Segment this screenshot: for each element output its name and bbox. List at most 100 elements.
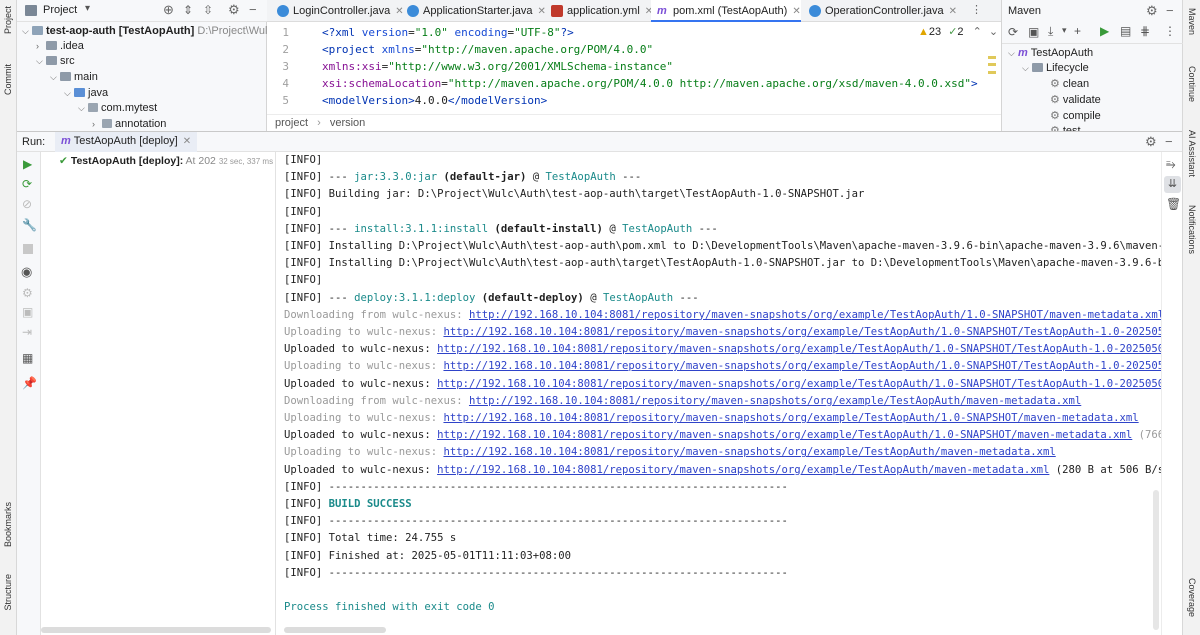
more-icon[interactable]: ⋮ [1164, 24, 1176, 38]
structure-tool-button[interactable]: Structure [3, 574, 13, 611]
layout-icon[interactable]: ▦ [22, 351, 33, 365]
stop-icon[interactable] [23, 244, 33, 254]
tree-item-package[interactable]: ⌵ com.mytest [78, 100, 157, 116]
maven-tree-clean[interactable]: ⚙ clean [1050, 76, 1089, 92]
console-link[interactable]: http://192.168.10.104:8081/repository/ma… [443, 360, 1161, 372]
console-link[interactable]: http://192.168.10.104:8081/repository/ma… [443, 412, 1138, 424]
console-text: TestAopAuth [622, 222, 693, 235]
folder-reload-icon[interactable]: ▣ [1028, 25, 1039, 39]
code-line[interactable]: <?xml version="1.0" encoding="UTF-8"?> [322, 26, 574, 39]
code-line[interactable]: xsi:schemaLocation="http://maven.apache.… [322, 77, 978, 90]
maven-tree-validate[interactable]: ⚙ validate [1050, 92, 1101, 108]
console-link[interactable]: http://192.168.10.104:8081/repository/ma… [443, 326, 1161, 338]
maven-tool-button[interactable]: Maven [1187, 8, 1197, 35]
reload-icon[interactable]: ⟳ [1008, 25, 1018, 39]
collapse-all-icon[interactable]: ⇳ [203, 3, 213, 17]
warning-marker[interactable] [988, 56, 996, 59]
rerun-icon[interactable]: ▶ [23, 157, 32, 171]
tree-item-src[interactable]: ⌵ src [36, 53, 75, 69]
gear-icon[interactable]: ⚙ [1146, 3, 1158, 19]
wrench-icon[interactable]: 🔧 [22, 218, 37, 232]
console-link[interactable]: http://192.168.10.104:8081/repository/ma… [443, 446, 1055, 458]
add-icon[interactable]: + [1074, 24, 1081, 38]
breadcrumb-item[interactable]: version [330, 117, 365, 129]
continue-tool-button[interactable]: Continue [1187, 66, 1197, 102]
tree-item-java[interactable]: ⌵ java [64, 85, 108, 101]
tree-item-annotation[interactable]: › annotation [92, 116, 166, 132]
maven-tree-lifecycle[interactable]: ⌵ Lifecycle [1022, 60, 1089, 76]
run-icon[interactable]: ▶ [1100, 24, 1109, 38]
commit-tool-button[interactable]: Commit [3, 64, 13, 95]
console-line: Uploaded to wulc-nexus: http://192.168.1… [284, 462, 1161, 479]
eye-icon[interactable]: ◉ [21, 264, 32, 280]
rerun-failed-icon[interactable]: ⟳ [22, 177, 32, 191]
ai-assistant-tool-button[interactable]: AI Assistant [1187, 130, 1197, 177]
maven-tree-test[interactable]: ⚙ test [1050, 123, 1081, 131]
toggle-offline-icon[interactable]: ⋕ [1140, 24, 1150, 38]
horizontal-scrollbar[interactable] [41, 627, 271, 633]
tree-item-main[interactable]: ⌵ main [50, 69, 98, 85]
code-line[interactable]: <project xmlns="http://maven.apache.org/… [322, 43, 653, 56]
chevron-down-icon[interactable]: ▾ [1062, 25, 1067, 36]
console-link[interactable]: http://192.168.10.104:8081/repository/ma… [437, 464, 1049, 476]
trash-icon[interactable]: 🗑 [1166, 197, 1181, 211]
run-tab[interactable]: m TestAopAuth [deploy] ✕ [55, 132, 198, 152]
settings-icon[interactable]: ⚙ [22, 286, 33, 300]
console-link[interactable]: http://192.168.10.104:8081/repository/ma… [437, 429, 1132, 441]
soft-wrap-icon[interactable]: ⥱ [1166, 157, 1176, 172]
tree-item-module[interactable]: ⌵ test-aop-auth [TestAopAuth] D:\Project\… [22, 23, 276, 39]
code-line[interactable]: <modelVersion>4.0.0</modelVersion> [322, 94, 547, 107]
close-icon[interactable]: ✕ [183, 136, 191, 147]
toggle-offline-icon[interactable]: ⊘ [22, 197, 32, 211]
project-panel-title[interactable]: Project [43, 4, 77, 16]
horizontal-scrollbar[interactable] [284, 627, 386, 633]
project-tool-button[interactable]: Project [3, 6, 13, 34]
tab-pom-xml[interactable]: m pom.xml (TestAopAuth) ✕ [651, 0, 801, 22]
download-icon[interactable]: ⤓ [1048, 24, 1053, 39]
console-link[interactable]: http://192.168.10.104:8081/repository/ma… [437, 343, 1161, 355]
console-output[interactable]: [INFO] [INFO] --- jar:3.3.0:jar (default-… [276, 152, 1161, 635]
pin-icon[interactable]: 📌 [22, 376, 37, 390]
chevron-down-icon[interactable]: ⌄ [989, 26, 998, 38]
console-line: [INFO] Installing D:\Project\Wulc\Auth\t… [284, 238, 1161, 255]
inspection-widget[interactable]: ▲23 ✓2 ⌃ ⌄ [918, 25, 998, 38]
warning-marker[interactable] [988, 63, 996, 66]
export-icon[interactable]: ⇥ [22, 325, 32, 339]
coverage-tool-button[interactable]: Coverage [1187, 578, 1197, 617]
maven-tree-compile[interactable]: ⚙ compile [1050, 108, 1101, 124]
code-line[interactable]: xmlns:xsi="http://www.w3.org/2001/XMLSch… [322, 60, 673, 73]
gear-icon[interactable]: ⚙ [1145, 134, 1157, 150]
tab-operation-controller[interactable]: OperationController.java ✕ [803, 0, 957, 22]
tab-login-controller[interactable]: LoginController.java ✕ [271, 0, 404, 22]
warning-marker[interactable] [988, 71, 996, 74]
tree-item-idea[interactable]: › .idea [36, 38, 84, 54]
vertical-scrollbar[interactable] [1153, 490, 1159, 630]
locate-icon[interactable]: ⊕ [163, 2, 174, 18]
minimize-icon[interactable]: − [249, 2, 257, 17]
close-icon[interactable]: ✕ [949, 6, 957, 17]
camera-icon[interactable]: ▣ [22, 305, 33, 319]
execute-goal-icon[interactable]: ▤ [1120, 24, 1131, 38]
gear-icon[interactable]: ⚙ [228, 2, 240, 18]
package-icon [102, 119, 112, 128]
scroll-to-end-icon[interactable]: ⇊ [1164, 176, 1181, 193]
tab-application-yml[interactable]: application.yml ✕ [545, 0, 653, 22]
console-side-toolbar: ⥱ ⇊ 🗑 [1161, 152, 1182, 635]
tab-application-starter[interactable]: ApplicationStarter.java ✕ [401, 0, 546, 22]
breadcrumb-item[interactable]: project [275, 117, 308, 129]
console-link[interactable]: http://192.168.10.104:8081/repository/ma… [437, 378, 1161, 390]
bookmarks-tool-button[interactable]: Bookmarks [3, 502, 13, 547]
notifications-tool-button[interactable]: Notifications [1187, 205, 1197, 254]
console-link[interactable]: http://192.168.10.104:8081/repository/ma… [469, 395, 1081, 407]
minimize-icon[interactable]: − [1165, 134, 1173, 149]
run-tree-item[interactable]: ✔ TestAopAuth [deploy]: At 202 32 sec, 33… [59, 155, 273, 167]
console-line: Uploading to wulc-nexus: http://192.168.… [284, 410, 1139, 427]
more-tabs-icon[interactable]: ⋮ [971, 3, 982, 16]
chevron-up-icon[interactable]: ⌃ [973, 26, 982, 38]
console-link[interactable]: http://192.168.10.104:8081/repository/ma… [469, 309, 1161, 321]
close-icon[interactable]: ✕ [792, 6, 800, 17]
maven-tree-project[interactable]: ⌵ m TestAopAuth [1008, 45, 1093, 61]
expand-all-icon[interactable]: ⇕ [183, 3, 193, 17]
chevron-down-icon[interactable]: ▾ [85, 3, 90, 14]
minimize-icon[interactable]: − [1166, 3, 1174, 18]
